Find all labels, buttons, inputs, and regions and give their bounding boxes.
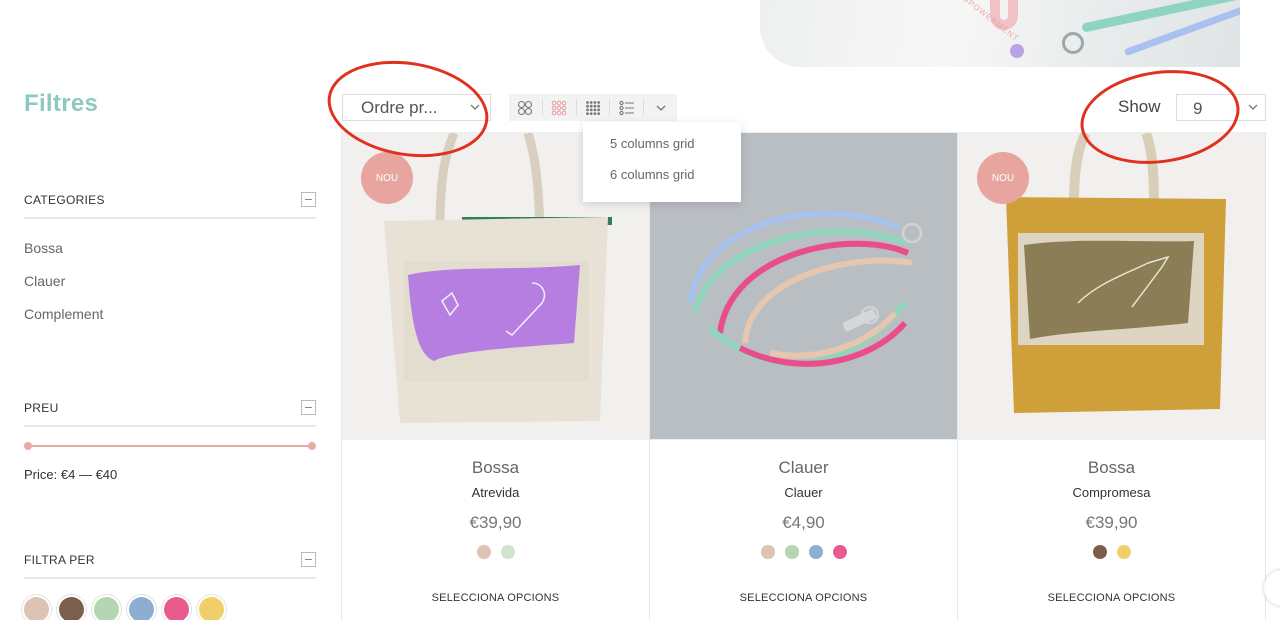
grid-4-icon[interactable] [577, 94, 610, 121]
orderby-select[interactable]: Ordre pr... [342, 94, 491, 121]
price-range-text: Price: €4 — €40 [24, 467, 316, 482]
filter-by-header[interactable]: FILTRA PER [24, 552, 316, 579]
price-slider-max-handle[interactable] [308, 442, 316, 450]
price-max: €40 [95, 467, 118, 482]
product-price: €39,90 [469, 513, 522, 532]
categories-header[interactable]: CATEGORIES [24, 192, 316, 219]
color-swatch-3[interactable] [129, 597, 154, 620]
select-options-button[interactable]: SELECCIONA OPCIONS [650, 592, 957, 604]
product-name[interactable]: Atrevida [342, 485, 649, 500]
price-heading: PREU [24, 400, 59, 415]
product-grid: NOU Bossa Atrevida €39,90 SELECCIONA OPC… [341, 132, 1267, 620]
hero-lilac-charm [1010, 44, 1024, 58]
product-color-dot[interactable] [500, 545, 515, 559]
product-colors [650, 545, 957, 559]
select-options-button[interactable]: SELECCIONA OPCIONS [342, 592, 649, 604]
product-color-dot[interactable] [1116, 545, 1131, 559]
price-slider[interactable] [24, 439, 316, 453]
product-info: Bossa Compromesa €39,90 SELECCIONA OPCIO… [958, 458, 1265, 604]
price-min: €4 [60, 467, 76, 482]
category-item-complement[interactable]: Complement [24, 305, 316, 338]
chevron-down-icon [1248, 104, 1258, 110]
product-price: €4,90 [782, 513, 825, 532]
color-swatch-0[interactable] [24, 597, 49, 620]
select-options-button[interactable]: SELECCIONA OPCIONS [958, 592, 1265, 604]
filter-by-heading: FILTRA PER [24, 552, 95, 567]
product-color-dot[interactable] [808, 545, 823, 559]
new-badge: NOU [361, 152, 413, 204]
product-category[interactable]: Bossa [958, 458, 1265, 478]
category-list: Bossa Clauer Complement [24, 239, 316, 338]
product-info: Bossa Atrevida €39,90 SELECCIONA OPCIONS [342, 458, 649, 604]
product-image[interactable]: NOU [958, 132, 1265, 440]
new-badge: NOU [977, 152, 1029, 204]
product-color-dot[interactable] [1092, 545, 1107, 559]
collapse-icon[interactable] [301, 192, 316, 207]
price-slider-track [28, 445, 312, 447]
category-item-clauer[interactable]: Clauer [24, 272, 316, 305]
product-color-dot[interactable] [784, 545, 799, 559]
product-colors [342, 545, 649, 559]
product-card[interactable]: NOU Bossa Atrevida €39,90 SELECCIONA OPC… [342, 132, 650, 620]
price-widget: PREU Price: €4 — €40 [24, 400, 316, 482]
shop-page: EMPOWERMENT Filtres CATEGORIES Bossa Cla… [0, 0, 1280, 620]
grid-2-icon[interactable] [509, 94, 542, 121]
product-color-dot[interactable] [760, 545, 775, 559]
product-card[interactable]: NOU Bossa Compromesa €39,90 SELECCIONA O… [958, 132, 1266, 620]
chevron-down-icon[interactable] [644, 94, 677, 121]
color-swatches [24, 597, 316, 620]
price-separator: — [78, 467, 92, 482]
per-page-value: 9 [1193, 99, 1203, 118]
price-slider-min-handle[interactable] [24, 442, 32, 450]
product-color-dot[interactable] [476, 545, 491, 559]
dropdown-item-6-columns[interactable]: 6 columns grid [583, 167, 741, 198]
chevron-down-icon [470, 104, 480, 110]
hero-image: EMPOWERMENT [760, 0, 1240, 67]
product-category[interactable]: Bossa [342, 458, 649, 478]
collapse-icon[interactable] [301, 552, 316, 567]
hero-key-ring [1062, 32, 1084, 54]
color-swatch-2[interactable] [94, 597, 119, 620]
price-label: Price: [24, 467, 58, 482]
product-card[interactable]: Clauer Clauer €4,90 SELECCIONA OPCIONS [650, 132, 958, 620]
view-switcher [509, 94, 677, 121]
color-swatch-1[interactable] [59, 597, 84, 620]
product-name[interactable]: Compromesa [958, 485, 1265, 500]
product-category[interactable]: Clauer [650, 458, 957, 478]
product-colors [958, 545, 1265, 559]
categories-widget: CATEGORIES Bossa Clauer Complement [24, 192, 316, 338]
list-icon[interactable] [610, 94, 643, 121]
columns-dropdown: 5 columns grid 6 columns grid [583, 122, 741, 202]
per-page-select[interactable]: 9 [1176, 94, 1266, 121]
product-info: Clauer Clauer €4,90 SELECCIONA OPCIONS [650, 458, 957, 604]
categories-heading: CATEGORIES [24, 192, 105, 207]
category-item-bossa[interactable]: Bossa [24, 239, 316, 272]
product-price: €39,90 [1085, 513, 1138, 532]
color-swatch-4[interactable] [164, 597, 189, 620]
price-header[interactable]: PREU [24, 400, 316, 427]
orderby-value: Ordre pr... [361, 97, 438, 117]
product-name[interactable]: Clauer [650, 485, 957, 500]
filters-title: Filtres [24, 90, 99, 117]
color-swatch-5[interactable] [199, 597, 224, 620]
grid-3-icon[interactable] [543, 94, 576, 121]
show-label: Show [1118, 97, 1161, 116]
filter-sidebar: Filtres CATEGORIES Bossa Clauer Compleme… [24, 90, 316, 620]
product-color-dot[interactable] [832, 545, 847, 559]
collapse-icon[interactable] [301, 400, 316, 415]
dropdown-item-5-columns[interactable]: 5 columns grid [583, 136, 741, 167]
filter-by-widget: FILTRA PER [24, 552, 316, 620]
